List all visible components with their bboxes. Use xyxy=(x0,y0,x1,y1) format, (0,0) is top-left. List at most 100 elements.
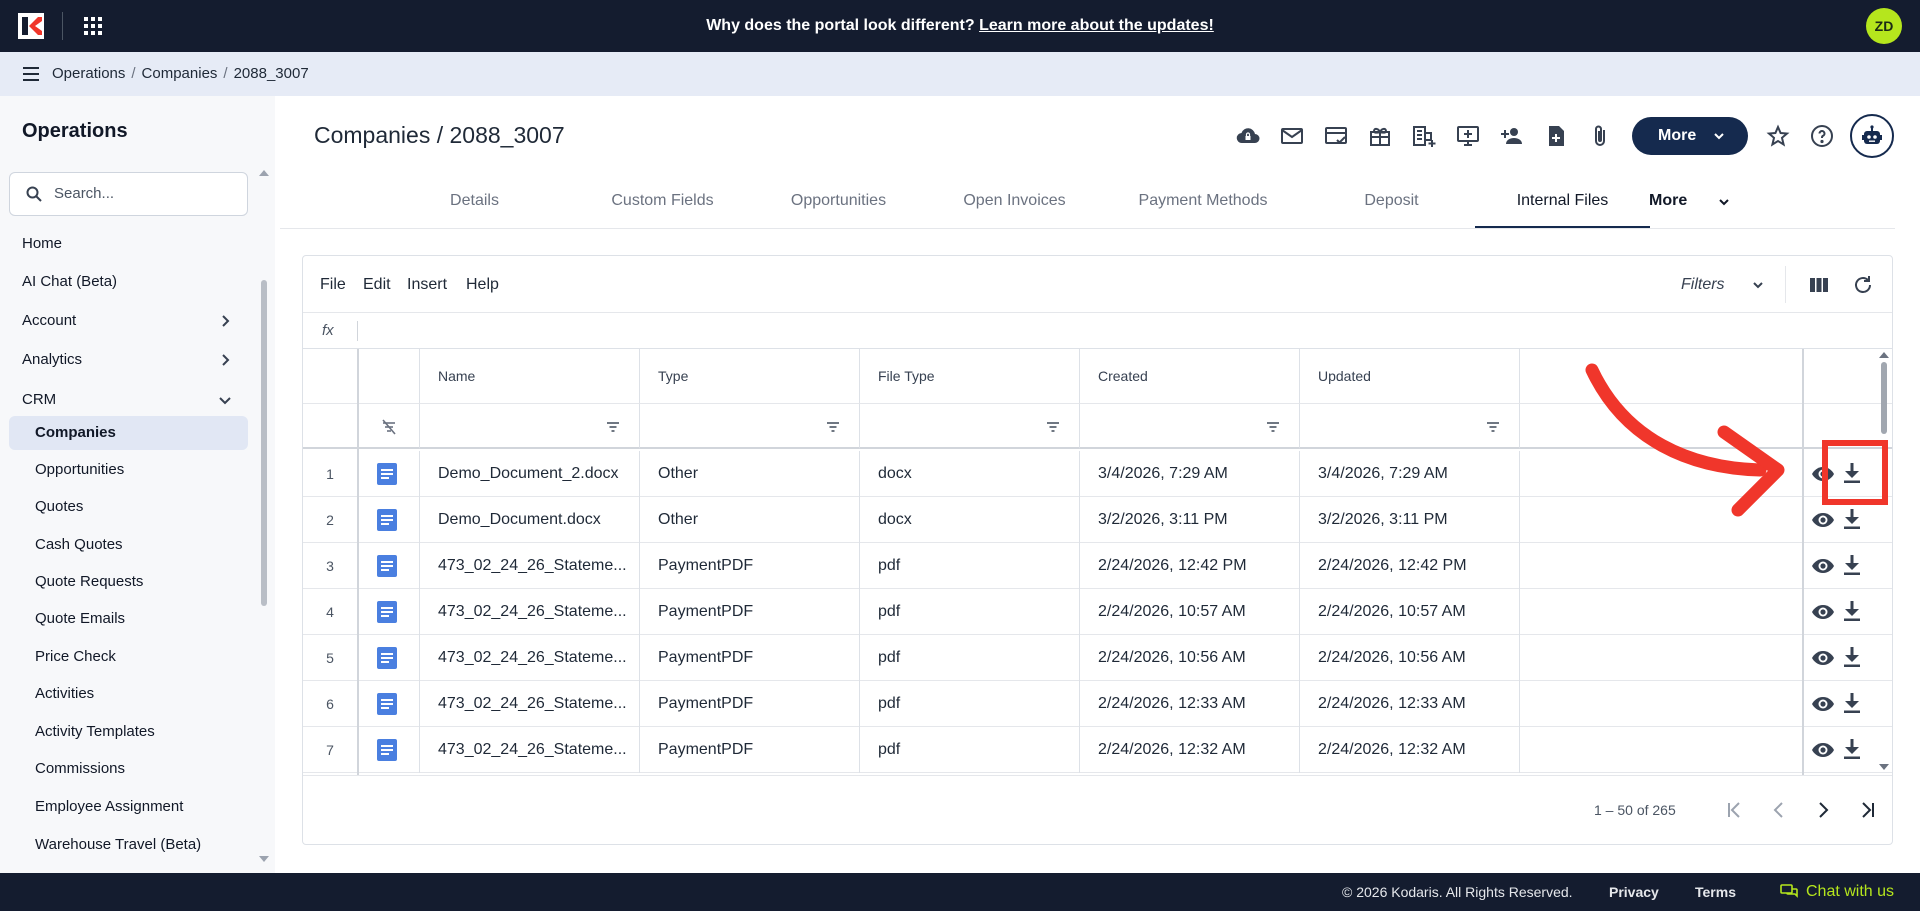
menu-icon[interactable] xyxy=(22,65,40,83)
filter-updated[interactable] xyxy=(1300,404,1520,449)
privacy-link[interactable]: Privacy xyxy=(1609,873,1659,911)
sidebar-item-opportunities[interactable]: Opportunities xyxy=(9,453,248,487)
cell-created[interactable]: 2/24/2026, 12:33 AM xyxy=(1080,681,1300,727)
sidebar-item-quotes[interactable]: Quotes xyxy=(9,490,248,524)
table-row[interactable]: 2 Demo_Document.docx Other docx 3/2/2026… xyxy=(303,497,1892,543)
formula-bar[interactable]: fx xyxy=(303,313,1892,349)
last-page-icon[interactable] xyxy=(1856,799,1878,821)
menu-insert[interactable]: Insert xyxy=(407,256,447,313)
cell-updated[interactable]: 3/4/2026, 7:29 AM xyxy=(1300,451,1520,497)
sidebar-item-activity-templates[interactable]: Activity Templates xyxy=(9,715,248,749)
eye-icon[interactable] xyxy=(1811,740,1835,760)
previous-page-icon[interactable] xyxy=(1768,799,1790,821)
ai-assistant-button[interactable] xyxy=(1850,114,1894,158)
terms-link[interactable]: Terms xyxy=(1695,873,1736,911)
star-icon[interactable] xyxy=(1766,124,1790,148)
cell-created[interactable]: 2/24/2026, 12:32 AM xyxy=(1080,727,1300,773)
header-created[interactable]: Created xyxy=(1080,349,1300,404)
file-add-icon[interactable] xyxy=(1544,124,1568,148)
cell-updated[interactable]: 2/24/2026, 12:32 AM xyxy=(1300,727,1520,773)
mail-icon[interactable] xyxy=(1280,124,1304,148)
filter-icon[interactable] xyxy=(1045,419,1061,435)
tab-open-invoices[interactable]: Open Invoices xyxy=(927,180,1102,228)
table-row[interactable]: 1 Demo_Document_2.docx Other docx 3/4/20… xyxy=(303,451,1892,497)
apps-grid-icon[interactable] xyxy=(83,16,103,36)
sidebar-item-cash-quotes[interactable]: Cash Quotes xyxy=(9,528,248,562)
cell-updated[interactable]: 2/24/2026, 10:56 AM xyxy=(1300,635,1520,681)
tab-payment-methods[interactable]: Payment Methods xyxy=(1103,180,1303,228)
cell-name[interactable]: 473_02_24_26_Stateme... xyxy=(420,681,640,727)
screen-add-icon[interactable] xyxy=(1456,124,1480,148)
cell-created[interactable]: 2/24/2026, 10:56 AM xyxy=(1080,635,1300,681)
cell-name[interactable]: 473_02_24_26_Stateme... xyxy=(420,727,640,773)
filter-icon[interactable] xyxy=(1265,419,1281,435)
paperclip-icon[interactable] xyxy=(1588,124,1612,148)
tab-more[interactable]: More xyxy=(1649,180,1749,228)
cell-file-type[interactable]: docx xyxy=(860,497,1080,543)
cell-type[interactable]: PaymentPDF xyxy=(640,543,860,589)
filter-file-type[interactable] xyxy=(860,404,1080,449)
eye-icon[interactable] xyxy=(1811,602,1835,622)
cell-type[interactable]: PaymentPDF xyxy=(640,589,860,635)
table-row[interactable]: 4 473_02_24_26_Stateme... PaymentPDF pdf… xyxy=(303,589,1892,635)
sidebar-item-warehouse-travel[interactable]: Warehouse Travel (Beta) xyxy=(9,828,248,862)
download-icon[interactable] xyxy=(1843,646,1861,668)
cell-created[interactable]: 2/24/2026, 10:57 AM xyxy=(1080,589,1300,635)
sidebar-item-analytics[interactable]: Analytics xyxy=(9,343,248,377)
filter-icon[interactable] xyxy=(1485,419,1501,435)
eye-icon[interactable] xyxy=(1811,694,1835,714)
breadcrumb-operations[interactable]: Operations xyxy=(52,65,125,82)
cell-created[interactable]: 2/24/2026, 12:42 PM xyxy=(1080,543,1300,589)
scrollbar-thumb[interactable] xyxy=(1881,362,1887,434)
sidebar-scrollbar[interactable] xyxy=(258,168,270,868)
filter-name[interactable] xyxy=(420,404,640,449)
gift-icon[interactable] xyxy=(1368,124,1392,148)
cell-updated[interactable]: 3/2/2026, 3:11 PM xyxy=(1300,497,1520,543)
download-icon[interactable] xyxy=(1843,600,1861,622)
cell-type[interactable]: PaymentPDF xyxy=(640,727,860,773)
filter-icon[interactable] xyxy=(605,419,621,435)
cell-created[interactable]: 3/4/2026, 7:29 AM xyxy=(1080,451,1300,497)
header-type[interactable]: Type xyxy=(640,349,860,404)
cell-file-type[interactable]: pdf xyxy=(860,681,1080,727)
cell-file-type[interactable]: pdf xyxy=(860,635,1080,681)
tab-custom-fields[interactable]: Custom Fields xyxy=(575,180,750,228)
table-row[interactable]: 3 473_02_24_26_Stateme... PaymentPDF pdf… xyxy=(303,543,1892,589)
card-check-icon[interactable] xyxy=(1324,124,1348,148)
cell-updated[interactable]: 2/24/2026, 10:57 AM xyxy=(1300,589,1520,635)
download-icon[interactable] xyxy=(1843,554,1861,576)
header-name[interactable]: Name xyxy=(420,349,640,404)
cell-file-type[interactable]: pdf xyxy=(860,727,1080,773)
filter-clear[interactable] xyxy=(358,404,420,449)
eye-icon[interactable] xyxy=(1811,648,1835,668)
menu-edit[interactable]: Edit xyxy=(363,256,391,313)
sidebar-item-crm[interactable]: CRM xyxy=(9,383,248,417)
cloud-lock-icon[interactable] xyxy=(1236,124,1260,148)
cell-type[interactable]: Other xyxy=(640,451,860,497)
menu-help[interactable]: Help xyxy=(466,256,499,313)
more-button[interactable]: More xyxy=(1632,117,1748,155)
download-icon[interactable] xyxy=(1843,692,1861,714)
filters-dropdown[interactable]: Filters xyxy=(1681,256,1763,313)
kodaris-logo[interactable] xyxy=(18,13,44,39)
filter-type[interactable] xyxy=(640,404,860,449)
tab-deposit[interactable]: Deposit xyxy=(1304,180,1479,228)
header-updated[interactable]: Updated xyxy=(1300,349,1520,404)
sidebar-item-account[interactable]: Account xyxy=(9,304,248,338)
cell-created[interactable]: 3/2/2026, 3:11 PM xyxy=(1080,497,1300,543)
sidebar-item-commissions[interactable]: Commissions xyxy=(9,752,248,786)
search-input[interactable]: Search... xyxy=(9,172,248,216)
scroll-up-icon[interactable] xyxy=(1877,350,1891,360)
sidebar-item-home[interactable]: Home xyxy=(9,227,248,261)
download-icon[interactable] xyxy=(1843,508,1861,530)
sidebar-item-activities[interactable]: Activities xyxy=(9,677,248,711)
person-add-icon[interactable] xyxy=(1500,124,1524,148)
first-page-icon[interactable] xyxy=(1724,799,1746,821)
filter-created[interactable] xyxy=(1080,404,1300,449)
cell-name[interactable]: Demo_Document_2.docx xyxy=(420,451,640,497)
grid-scrollbar[interactable] xyxy=(1877,350,1891,774)
cell-file-type[interactable]: pdf xyxy=(860,589,1080,635)
table-row[interactable]: 5 473_02_24_26_Stateme... PaymentPDF pdf… xyxy=(303,635,1892,681)
sidebar-item-quote-requests[interactable]: Quote Requests xyxy=(9,565,248,599)
user-avatar[interactable]: ZD xyxy=(1866,8,1902,44)
